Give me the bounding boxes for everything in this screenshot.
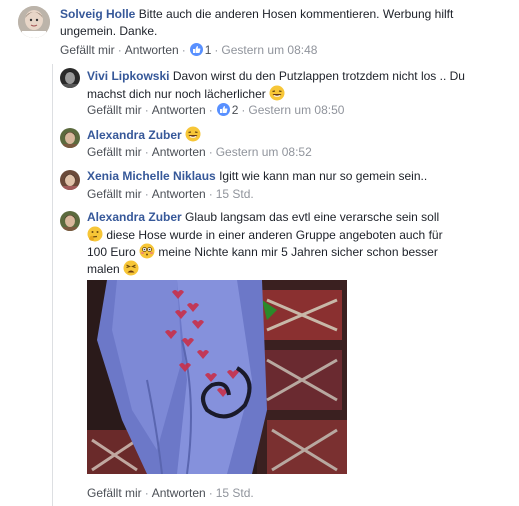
reply-button[interactable]: Antworten — [152, 145, 206, 159]
like-button[interactable]: Gefällt mir — [60, 43, 115, 57]
like-button[interactable]: Gefällt mir — [87, 145, 142, 159]
like-button[interactable]: Gefällt mir — [87, 187, 142, 201]
flushed-emoji-icon — [139, 243, 155, 264]
separator: · — [208, 187, 213, 201]
comment-text: diese Hose wurde in einer anderen Gruppe… — [106, 228, 443, 242]
comment-text: meine Nichte kann mir 5 Jahren sicher sc… — [158, 245, 438, 259]
reply-button[interactable]: Antworten — [152, 187, 206, 201]
timestamp[interactable]: 15 Std. — [216, 486, 254, 500]
reply-thread-line — [52, 64, 53, 506]
laughing-emoji-icon — [185, 126, 201, 147]
separator: · — [208, 145, 213, 159]
separator: · — [144, 103, 149, 117]
comment-text: Glaub langsam das evtl eine verarsche se… — [185, 210, 440, 224]
comment-author[interactable]: Vivi Lipkowski — [87, 69, 169, 83]
comment-author[interactable]: Solveig Holle — [60, 7, 135, 21]
separator: · — [214, 43, 219, 57]
comment-text: Igitt wie kann man nur so gemein sein.. — [219, 169, 428, 183]
comment-text: 100 Euro — [87, 245, 136, 259]
separator: · — [144, 187, 149, 201]
avatar[interactable] — [60, 128, 80, 148]
separator: · — [208, 103, 213, 117]
comment-text: ungemein. Danke. — [60, 24, 158, 38]
comment-text: Bitte auch die anderen Hosen kommentiere… — [138, 7, 454, 21]
timestamp[interactable]: 15 Std. — [216, 187, 254, 201]
comment-text: machst dich nur noch lächerlicher — [87, 87, 266, 101]
separator: · — [241, 103, 246, 117]
separator: · — [117, 43, 122, 57]
separator: · — [208, 486, 213, 500]
timestamp[interactable]: Gestern um 08:48 — [221, 43, 317, 57]
comment-text: Davon wirst du den Putzlappen trotzdem n… — [172, 69, 465, 83]
like-thumb-icon[interactable] — [189, 43, 203, 56]
separator: · — [144, 486, 149, 500]
avatar[interactable] — [60, 211, 80, 231]
separator: · — [181, 43, 186, 57]
comment-author[interactable]: Xenia Michelle Niklaus — [87, 169, 216, 183]
avatar[interactable] — [18, 6, 50, 38]
comment-author[interactable]: Alexandra Zuber — [87, 128, 182, 142]
comment-author[interactable]: Alexandra Zuber — [87, 210, 182, 224]
avatar[interactable] — [60, 170, 80, 190]
like-thumb-icon[interactable] — [216, 103, 230, 116]
like-button[interactable]: Gefällt mir — [87, 103, 142, 117]
separator: · — [144, 145, 149, 159]
timestamp[interactable]: Gestern um 08:50 — [248, 103, 344, 117]
comment-text: malen — [87, 262, 120, 276]
reply-button[interactable]: Antworten — [125, 43, 179, 57]
reply-button[interactable]: Antworten — [152, 486, 206, 500]
avatar[interactable] — [60, 68, 80, 88]
timestamp[interactable]: Gestern um 08:52 — [216, 145, 312, 159]
like-button[interactable]: Gefällt mir — [87, 486, 142, 500]
comment-photo[interactable] — [87, 280, 347, 474]
reply-button[interactable]: Antworten — [152, 103, 206, 117]
tired-emoji-icon — [123, 260, 139, 281]
